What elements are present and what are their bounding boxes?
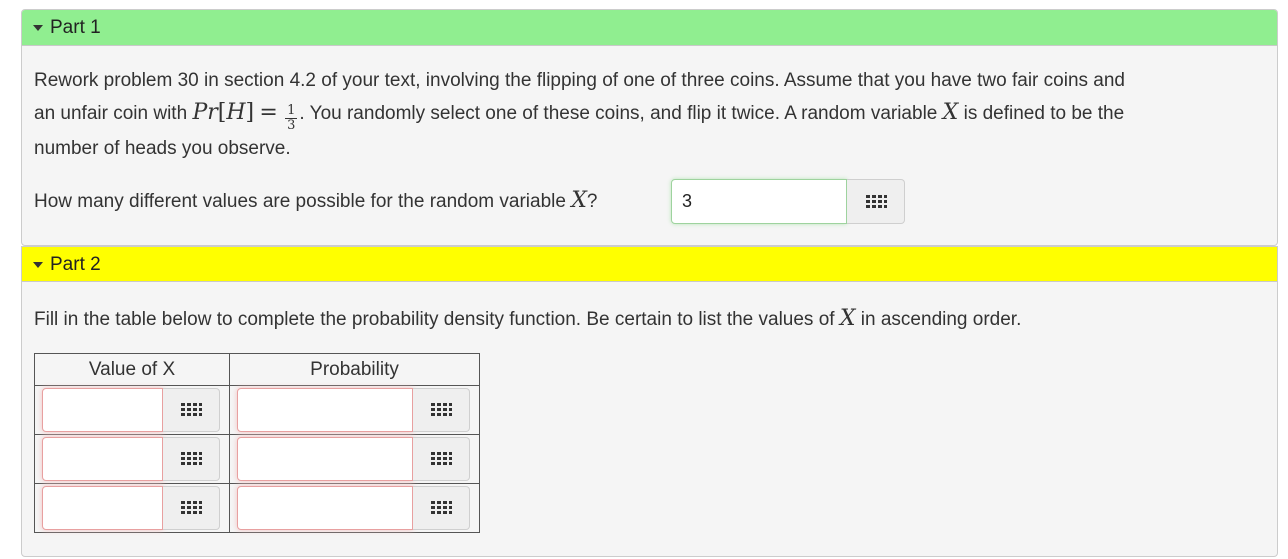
math-palette-button[interactable] bbox=[163, 437, 220, 481]
grid-icon bbox=[181, 403, 202, 417]
math-palette-button[interactable] bbox=[163, 388, 220, 432]
value-cell bbox=[34, 483, 230, 533]
value-cell bbox=[34, 385, 230, 435]
probability-input-3[interactable] bbox=[237, 486, 413, 530]
probability-input-1[interactable] bbox=[237, 388, 413, 432]
problem-text-4: is defined to be the bbox=[963, 103, 1125, 124]
table-header-row: Value of X Probability bbox=[34, 353, 480, 386]
grid-icon bbox=[431, 501, 452, 515]
math-palette-button[interactable] bbox=[847, 179, 905, 224]
problem-line-2: an unfair coin with Pr[H] = 13. You rand… bbox=[34, 97, 1264, 133]
table-row bbox=[34, 483, 480, 533]
math-palette-button[interactable] bbox=[413, 486, 470, 530]
part1-panel: Part 1 Rework problem 30 in section 4.2 … bbox=[21, 9, 1278, 246]
caret-down-icon bbox=[33, 262, 43, 268]
math-x: X bbox=[839, 306, 856, 331]
math-x: X bbox=[942, 100, 959, 125]
grid-icon bbox=[181, 452, 202, 466]
fraction-numerator: 1 bbox=[285, 103, 298, 119]
math-rbracket: ] bbox=[245, 100, 255, 125]
question-text: How many different values are possible f… bbox=[34, 185, 597, 218]
problem-text-3: . You randomly select one of these coins… bbox=[299, 103, 938, 124]
probability-cell bbox=[229, 434, 480, 484]
problem-text-5: number of heads you observe. bbox=[34, 138, 291, 159]
header-probability: Probability bbox=[229, 353, 480, 386]
instruction-text-1: Fill in the table below to complete the … bbox=[34, 309, 835, 330]
part1-title: Part 1 bbox=[50, 17, 101, 38]
math-palette-button[interactable] bbox=[413, 437, 470, 481]
probability-cell bbox=[229, 385, 480, 435]
math-equals: = bbox=[259, 100, 278, 125]
problem-text-2: an unfair coin with bbox=[34, 103, 188, 124]
pdf-table: Value of X Probability bbox=[34, 353, 480, 533]
grid-icon bbox=[431, 403, 452, 417]
answer-input-num-values[interactable]: 3 bbox=[671, 179, 847, 224]
probability-cell bbox=[229, 483, 480, 533]
problem-text-1: Rework problem 30 in section 4.2 of your… bbox=[34, 70, 1125, 91]
part2-header[interactable]: Part 2 bbox=[22, 247, 1277, 282]
part2-title: Part 2 bbox=[50, 254, 101, 275]
grid-icon bbox=[181, 501, 202, 515]
question-label: How many different values are possible f… bbox=[34, 191, 566, 212]
math-x: X bbox=[571, 188, 587, 213]
probability-input-2[interactable] bbox=[237, 437, 413, 481]
math-h: H bbox=[226, 100, 246, 125]
problem-line-3: number of heads you observe. bbox=[34, 133, 1264, 165]
fraction-denominator: 3 bbox=[287, 118, 296, 133]
problem-text: Rework problem 30 in section 4.2 of your… bbox=[34, 65, 1264, 165]
value-input-1[interactable] bbox=[42, 388, 163, 432]
header-value-of-x: Value of X bbox=[34, 353, 230, 386]
problem-line-1: Rework problem 30 in section 4.2 of your… bbox=[34, 65, 1264, 97]
question-mark: ? bbox=[586, 191, 598, 212]
instruction-text-2: in ascending order. bbox=[860, 309, 1022, 330]
math-fraction: 13 bbox=[285, 103, 298, 133]
math-pr: Pr bbox=[192, 100, 218, 125]
instruction-text: Fill in the table below to complete the … bbox=[34, 303, 1264, 336]
math-palette-button[interactable] bbox=[163, 486, 220, 530]
value-cell bbox=[34, 434, 230, 484]
answer-value: 3 bbox=[682, 191, 693, 211]
table-row bbox=[34, 385, 480, 435]
part2-panel: Part 2 Fill in the table below to comple… bbox=[21, 246, 1278, 557]
caret-down-icon bbox=[33, 25, 43, 31]
grid-icon bbox=[865, 194, 887, 209]
math-palette-button[interactable] bbox=[413, 388, 470, 432]
value-input-3[interactable] bbox=[42, 486, 163, 530]
value-input-2[interactable] bbox=[42, 437, 163, 481]
grid-icon bbox=[431, 452, 452, 466]
table-row bbox=[34, 434, 480, 484]
part1-header[interactable]: Part 1 bbox=[22, 10, 1277, 46]
